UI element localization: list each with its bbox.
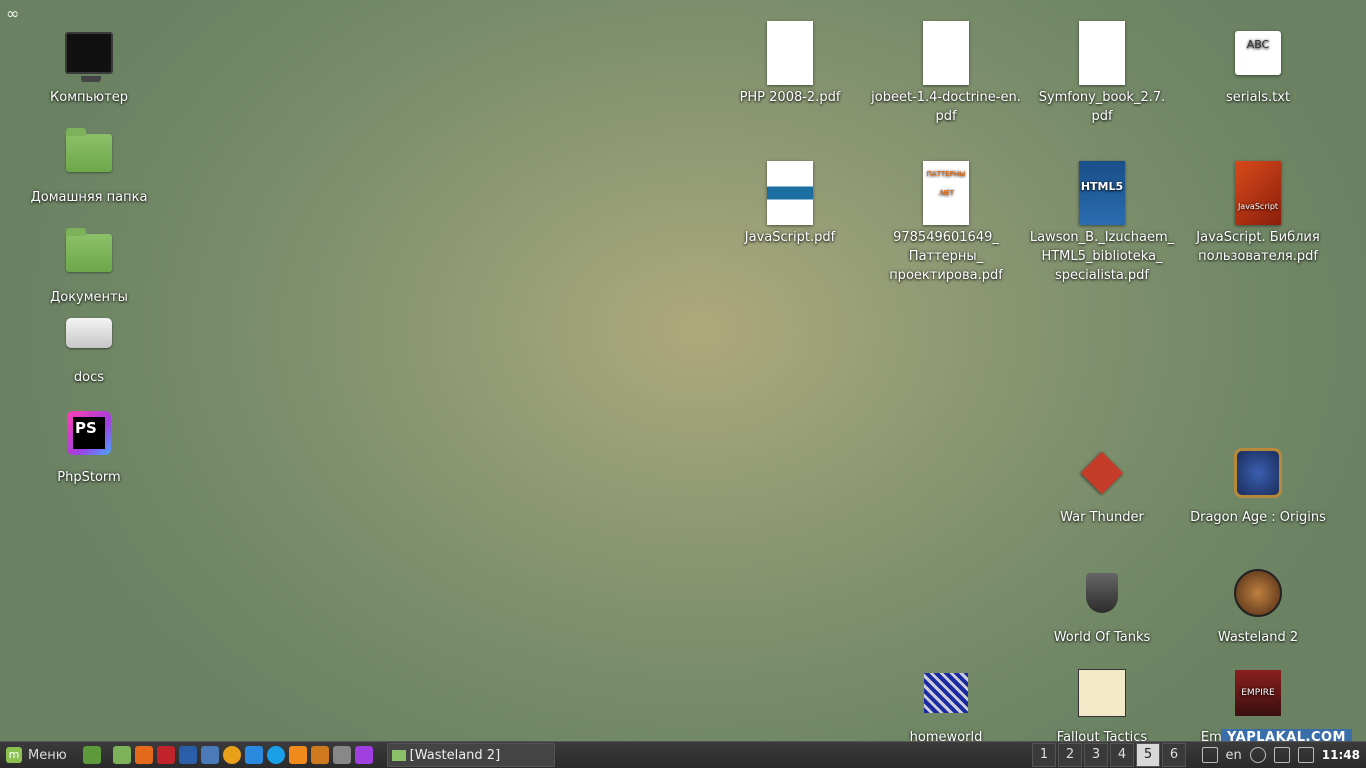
app-launcher-icon[interactable] [178, 746, 197, 764]
file-icon-patterns-pdf[interactable]: ПАТТЕРНЫ .NET 978549601649_ Паттерны_ пр… [868, 160, 1024, 285]
game-icon-war-thunder[interactable]: War Thunder [1024, 440, 1180, 527]
file-icon-symfony-pdf[interactable]: Symfony_book_2.7. pdf [1024, 20, 1180, 126]
empire-icon: EMPIRE [1235, 670, 1281, 716]
app-launcher-icon[interactable] [332, 746, 351, 764]
menu-button[interactable]: m Меню [0, 742, 73, 768]
icon-label: Домашняя папка [30, 190, 148, 205]
icon-label: JavaScript. Библия пользователя.pdf [1196, 230, 1320, 264]
file-icon-jobeet-pdf[interactable]: jobeet-1.4-doctrine-en. pdf [868, 20, 1024, 126]
icon-label: Lawson_B._Izuchaem_ HTML5_biblioteka_ sp… [1029, 230, 1175, 283]
icon-label: Symfony_book_2.7. pdf [1038, 90, 1166, 124]
fallout-icon [1078, 669, 1126, 717]
file-icon-js-bible-pdf[interactable]: JavaScript JavaScript. Библия пользовате… [1180, 160, 1336, 266]
clipboard-icon[interactable] [1201, 747, 1218, 763]
folder-icon [391, 749, 406, 761]
icon-label: docs [73, 370, 105, 385]
quick-launch [82, 746, 373, 764]
workspace-1[interactable]: 1 [1032, 743, 1056, 767]
icon-label: Компьютер [50, 90, 128, 105]
text-file-icon: ABC [1235, 31, 1281, 75]
dragon-age-icon [1234, 448, 1282, 498]
battery-icon[interactable] [1297, 747, 1314, 763]
network-icon[interactable] [1249, 747, 1266, 763]
rss-launcher-icon[interactable] [288, 746, 307, 764]
terminal-launcher-icon[interactable] [82, 746, 101, 764]
homeworld-icon [924, 673, 968, 713]
game-icon-homeworld[interactable]: homeworld [868, 660, 1024, 747]
phpstorm-launcher-icon[interactable] [354, 746, 373, 764]
firefox-launcher-icon[interactable] [134, 746, 153, 764]
menu-label: Меню [28, 747, 67, 763]
window-button-wasteland[interactable]: [Wasteland 2] [386, 743, 555, 767]
game-icon-world-of-tanks[interactable]: World Of Tanks [1024, 560, 1180, 647]
drive-icon [66, 318, 112, 348]
app-launcher-icon[interactable] [200, 746, 219, 764]
icon-label: 978549601649_ Паттерны_ проектирова.pdf [889, 230, 1003, 283]
world-of-tanks-icon [1086, 573, 1118, 613]
icon-label: PhpStorm [57, 470, 121, 485]
pdf-thumbnail-icon [923, 21, 969, 85]
war-thunder-icon [1080, 451, 1124, 495]
desktop-icon-computer[interactable]: Компьютер [11, 20, 167, 107]
workspace-4[interactable]: 4 [1110, 743, 1134, 767]
files-launcher-icon[interactable] [112, 746, 131, 764]
chrome-launcher-icon[interactable] [222, 746, 241, 764]
workspace-5[interactable]: 5 [1136, 743, 1160, 767]
taskbar: m Меню [Wasteland 2] 1 2 3 4 5 6 en 11:4… [0, 741, 1366, 768]
icon-label: PHP 2008-2.pdf [739, 90, 841, 105]
app-launcher-icon[interactable] [244, 746, 263, 764]
icon-label: Wasteland 2 [1217, 630, 1299, 645]
app-launcher-icon[interactable] [156, 746, 175, 764]
sublime-launcher-icon[interactable] [310, 746, 329, 764]
icon-label: JavaScript.pdf [744, 230, 836, 245]
workspace-6[interactable]: 6 [1162, 743, 1186, 767]
mint-logo-icon: m [6, 747, 22, 763]
desktop-icon-home[interactable]: Домашняя папка [11, 120, 167, 207]
icon-label: jobeet-1.4-doctrine-en. pdf [871, 90, 1021, 124]
keyboard-layout[interactable]: en [1226, 748, 1242, 763]
desktop-icon-phpstorm[interactable]: PS PhpStorm [11, 400, 167, 487]
system-tray: en 11:48 [1201, 742, 1360, 768]
icon-label: World Of Tanks [1053, 630, 1151, 645]
window-title: [Wasteland 2] [409, 747, 501, 763]
icon-label: War Thunder [1060, 510, 1144, 525]
game-icon-fallout-tactics[interactable]: Fallout Tactics [1024, 660, 1180, 747]
workspace-2[interactable]: 2 [1058, 743, 1082, 767]
clock[interactable]: 11:48 [1322, 748, 1360, 762]
monitor-icon [65, 32, 113, 82]
phpstorm-icon: PS [67, 411, 111, 455]
pdf-thumbnail-icon [767, 161, 813, 225]
pdf-thumbnail-icon: ПАТТЕРНЫ .NET [923, 161, 969, 225]
desktop-icon-docs-drive[interactable]: docs [11, 300, 167, 387]
file-icon-html5-pdf[interactable]: HTML5 Lawson_B._Izuchaem_ HTML5_bibliote… [1024, 160, 1180, 285]
pdf-thumbnail-icon [767, 21, 813, 85]
game-icon-wasteland-2[interactable]: Wasteland 2 [1180, 560, 1336, 647]
icon-label: Dragon Age : Origins [1190, 510, 1326, 525]
pdf-thumbnail-icon: JavaScript [1235, 161, 1281, 225]
file-icon-serials-txt[interactable]: ABC serials.txt [1180, 20, 1336, 107]
workspace-3[interactable]: 3 [1084, 743, 1108, 767]
workspace-switcher: 1 2 3 4 5 6 [1030, 742, 1186, 768]
desktop-icon-documents[interactable]: Документы [11, 220, 167, 307]
file-icon-php-pdf[interactable]: PHP 2008-2.pdf [712, 20, 868, 107]
icon-label: serials.txt [1225, 90, 1291, 105]
game-icon-dragon-age[interactable]: Dragon Age : Origins [1180, 440, 1336, 527]
folder-icon [66, 228, 112, 272]
wasteland-icon [1234, 569, 1282, 617]
skype-launcher-icon[interactable] [266, 746, 285, 764]
home-folder-icon [66, 128, 112, 172]
file-icon-javascript-pdf[interactable]: JavaScript.pdf [712, 160, 868, 247]
pdf-thumbnail-icon [1079, 21, 1125, 85]
volume-icon[interactable] [1273, 747, 1290, 763]
pdf-thumbnail-icon: HTML5 [1079, 161, 1125, 225]
